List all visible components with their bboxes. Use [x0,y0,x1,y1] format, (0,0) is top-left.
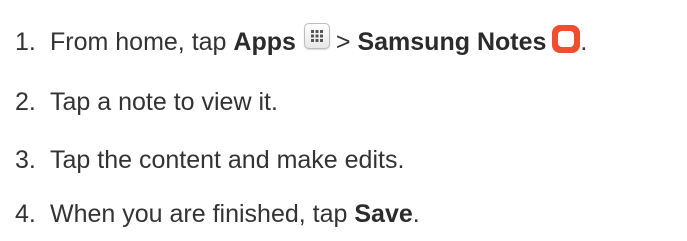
step-number: 3. [15,145,36,174]
step-punctuation: . [580,27,588,56]
samsung-notes-icon [552,25,581,53]
apps-grid-icon [303,23,330,49]
step-2: 2. Tap a note to view it. [15,82,278,122]
step-number: 4. [15,199,36,228]
apps-label: Apps [233,27,296,56]
separator: > [335,27,351,56]
step-3: 3. Tap the content and make edits. [15,140,404,180]
step-text: Tap a note to view it. [50,87,278,116]
step-number: 1. [15,27,36,56]
step-1: 1. From home, tap Apps > Samsung Notes . [15,22,587,62]
step-number: 2. [15,87,36,116]
step-4: 4. When you are finished, tap Save. [15,194,420,234]
step-text: When you are finished, tap [50,199,348,228]
save-label: Save [354,199,413,228]
step-text: Tap the content and make edits. [50,145,405,174]
instruction-list: 1. From home, tap Apps > Samsung Notes . [0,0,687,241]
step-text: From home, tap [50,27,227,56]
step-punctuation: . [412,199,420,228]
samsung-notes-label: Samsung Notes [357,27,547,56]
apps-grid-glyph [310,30,323,42]
